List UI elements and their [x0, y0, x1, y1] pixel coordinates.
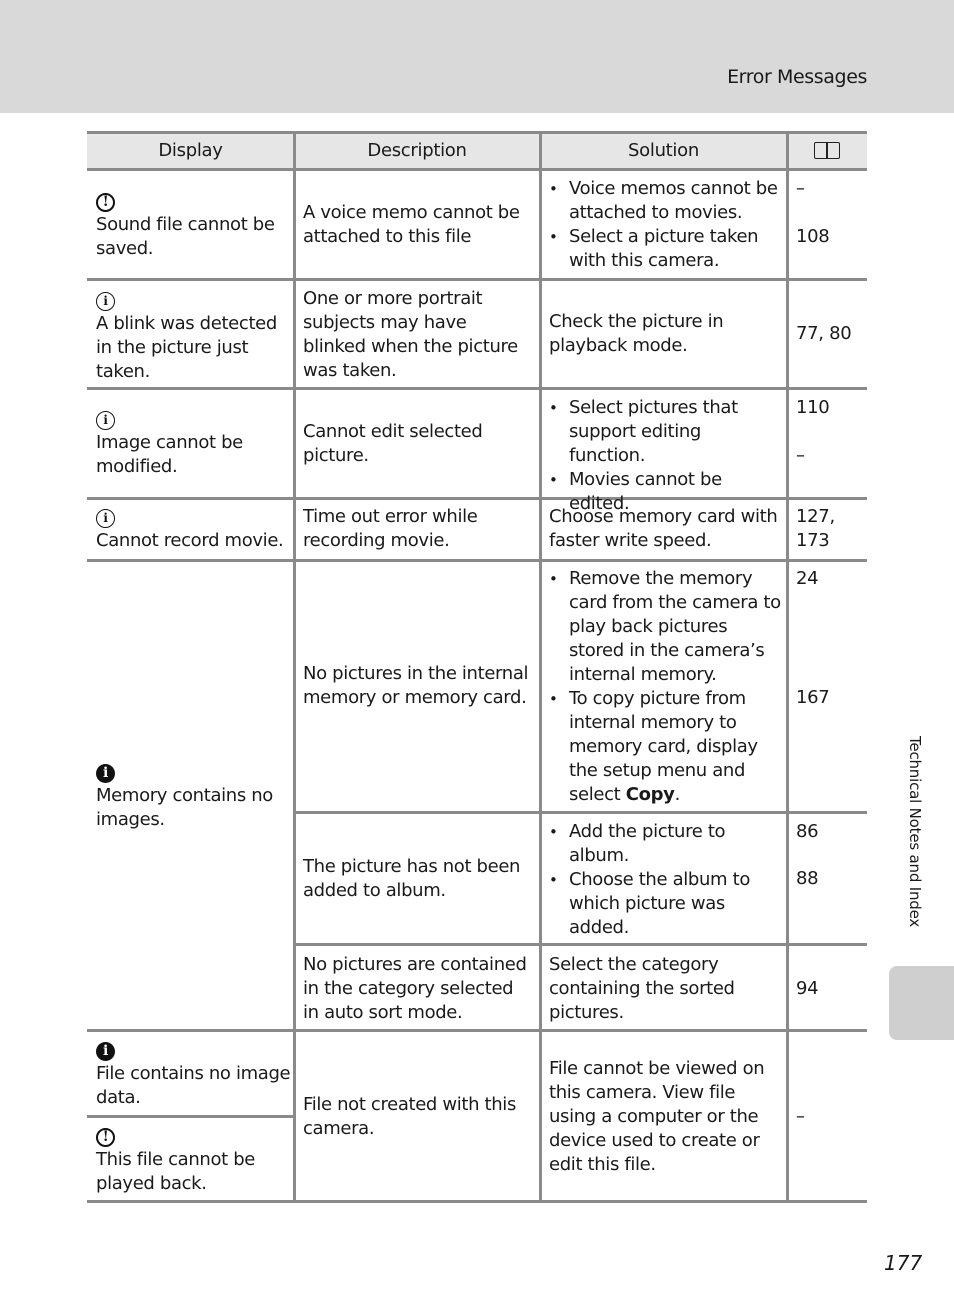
table-row-description: Cannot edit selected picture.	[303, 421, 483, 466]
table-row-description: The picture has not been added to album.	[303, 856, 521, 901]
table-row-display: i Image cannot be modified.	[96, 411, 243, 477]
column-rule	[786, 131, 789, 1202]
section-title: Error Messages	[727, 66, 867, 88]
table-row-description: A voice memo cannot be attached to this …	[303, 202, 520, 247]
solution-bullet: Add the picture to album.	[549, 820, 781, 868]
row-rule	[294, 811, 867, 814]
info-outline-icon: i	[96, 509, 115, 528]
page-reference[interactable]: –	[796, 444, 805, 468]
table-row-solution: File cannot be viewed on this camera. Vi…	[549, 1058, 765, 1175]
table-bottom-rule	[87, 1200, 867, 1203]
table-row-solution: Select pictures that support editing fun…	[549, 396, 781, 516]
table-row-description: File not created with this camera.	[303, 1094, 516, 1139]
table-row-display: ! Sound file cannot be saved.	[96, 193, 275, 259]
row-rule	[87, 1029, 867, 1032]
header-rule	[87, 168, 867, 171]
page-reference[interactable]: 94	[796, 977, 819, 1001]
info-filled-icon: i	[96, 764, 115, 783]
solution-bullet: Remove the memory card from the camera t…	[549, 567, 781, 687]
page-reference[interactable]: 127,	[796, 505, 835, 529]
column-rule	[293, 131, 296, 1202]
book-reference-icon	[814, 142, 840, 160]
solution-bullet: Select pictures that support editing fun…	[549, 396, 781, 468]
table-row-display: i Cannot record movie.	[96, 509, 284, 551]
info-filled-icon: i	[96, 1042, 115, 1061]
warning-icon: !	[96, 193, 115, 212]
table-row-display: ! This file cannot be played back.	[96, 1128, 256, 1194]
row-rule	[87, 559, 867, 562]
row-rule	[87, 1115, 294, 1118]
table-row-solution: Remove the memory card from the camera t…	[549, 567, 781, 807]
page-reference[interactable]: –	[796, 177, 805, 201]
page-reference[interactable]: 86	[796, 820, 819, 844]
column-rule	[539, 131, 542, 1202]
info-outline-icon: i	[96, 292, 115, 311]
table-row-solution: Add the picture to album. Choose the alb…	[549, 820, 781, 940]
solution-bullet: Select a picture taken with this camera.	[549, 225, 781, 273]
column-header-solution: Solution	[628, 140, 699, 161]
table-row-solution: Check the picture in playback mode.	[549, 311, 724, 356]
column-header-description: Description	[367, 140, 467, 161]
solution-bullet: Choose the album to which picture was ad…	[549, 868, 781, 940]
info-outline-icon: i	[96, 411, 115, 430]
page-reference[interactable]: 108	[796, 225, 830, 249]
page-reference[interactable]: 110	[796, 396, 830, 420]
row-rule	[87, 278, 867, 281]
row-rule	[87, 387, 867, 390]
warning-icon: !	[96, 1128, 115, 1147]
row-rule	[294, 943, 867, 946]
header-band	[0, 0, 954, 113]
table-top-rule	[87, 131, 867, 134]
table-row-display: i A blink was detected in the picture ju…	[96, 292, 277, 382]
table-row-solution: Voice memos cannot be attached to movies…	[549, 177, 781, 273]
page-reference[interactable]: 77, 80	[796, 322, 852, 346]
page-reference[interactable]: –	[796, 1105, 805, 1129]
table-row-description: One or more portrait subjects may have b…	[303, 288, 518, 381]
page-reference[interactable]: 173	[796, 529, 830, 553]
page-reference[interactable]: 24	[796, 567, 819, 591]
page-number: 177	[884, 1251, 923, 1275]
copy-menu-label: Copy	[625, 784, 675, 805]
table-row-description: No pictures are contained in the categor…	[303, 954, 527, 1023]
solution-bullet: Voice memos cannot be attached to movies…	[549, 177, 781, 225]
table-row-display: i File contains no image data.	[96, 1042, 291, 1108]
table-row-solution: Select the category containing the sorte…	[549, 954, 735, 1023]
table-row-display: i Memory contains no images.	[96, 764, 273, 830]
table-row-description: Time out error while recording movie.	[303, 506, 478, 551]
column-header-reference	[787, 142, 867, 165]
page-reference[interactable]: 88	[796, 867, 819, 891]
side-tab[interactable]	[889, 966, 954, 1040]
table-row-solution: Choose memory card with faster write spe…	[549, 506, 778, 551]
page-reference[interactable]: 167	[796, 686, 830, 710]
side-tab-label: Technical Notes and Index	[906, 736, 924, 928]
column-header-display: Display	[158, 140, 223, 161]
solution-bullet: To copy picture from internal memory to …	[549, 687, 781, 807]
table-row-description: No pictures in the internal memory or me…	[303, 663, 529, 708]
